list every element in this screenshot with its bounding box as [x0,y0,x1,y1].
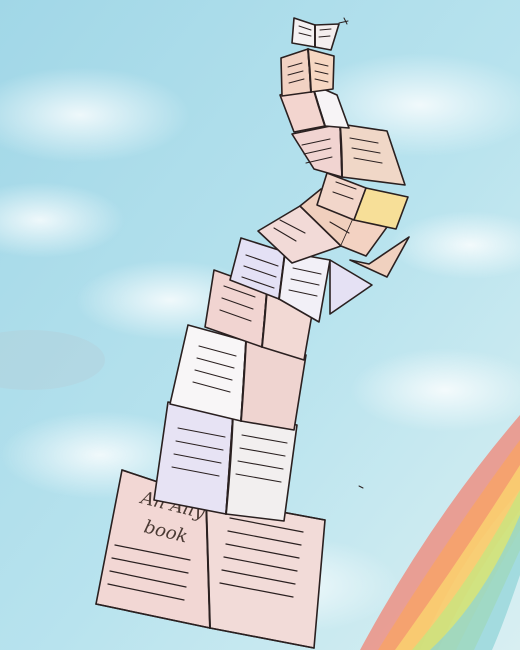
book-layer-10 [280,48,335,97]
book-tower-illustration: An Ally book [0,0,520,650]
illustration-scene: An Ally book [0,0,520,650]
